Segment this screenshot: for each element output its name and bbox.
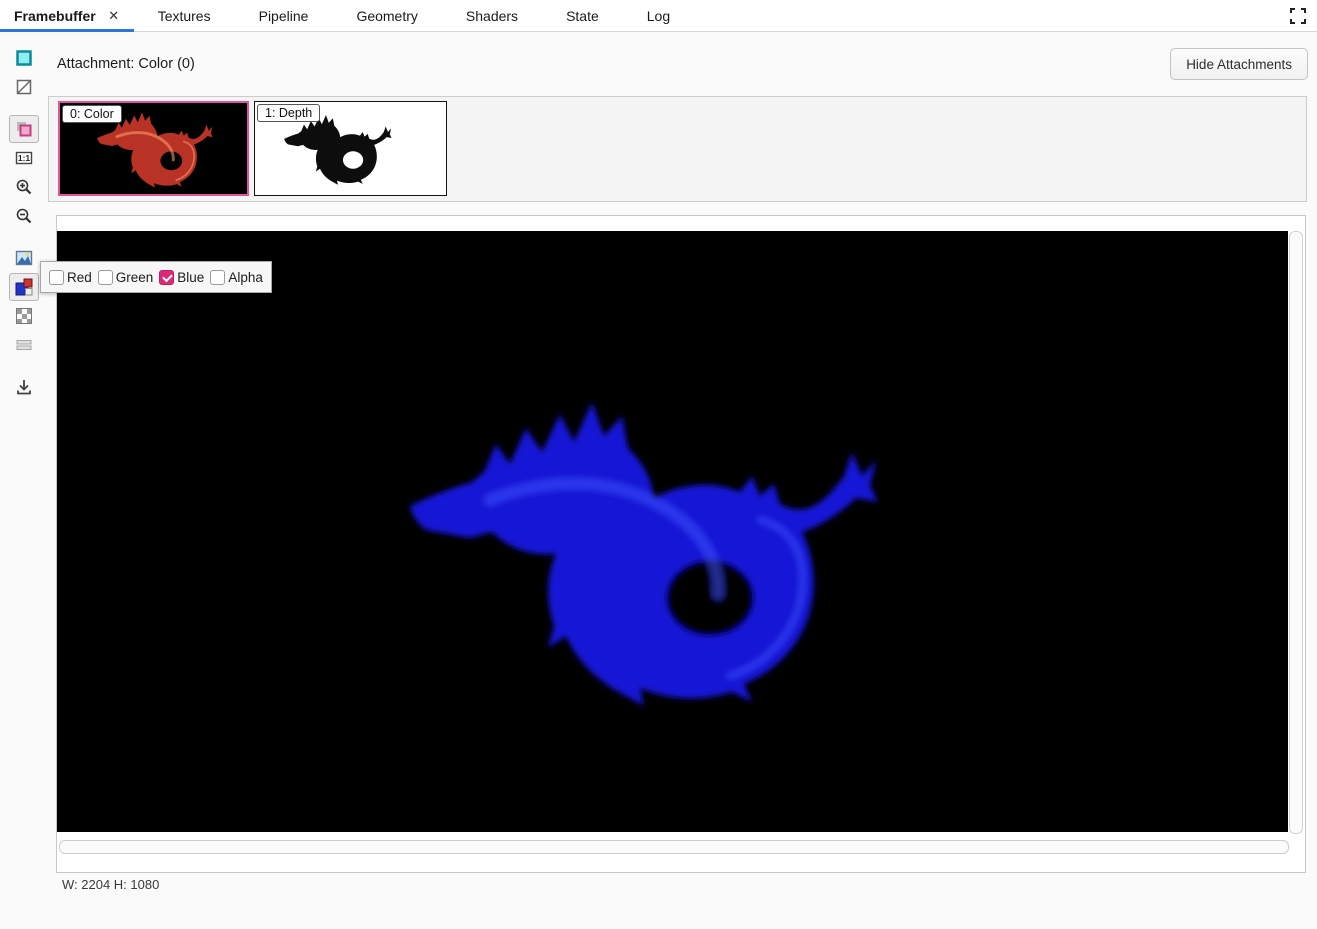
alpha-checkbox[interactable]	[210, 270, 225, 285]
fullscreen-icon[interactable]	[1289, 7, 1307, 25]
red-checkbox[interactable]	[49, 270, 64, 285]
dragon-render-blue	[400, 380, 880, 720]
channel-green[interactable]: Green	[98, 270, 154, 285]
close-tab-icon[interactable]: ✕	[106, 8, 122, 24]
save-image-icon[interactable]	[9, 373, 39, 401]
zoom-actual-icon[interactable]: 1:1	[9, 144, 39, 172]
svg-text:1:1: 1:1	[18, 153, 31, 163]
tab-log[interactable]: Log	[623, 0, 694, 31]
color-channels-icon[interactable]	[9, 273, 39, 301]
dimensions-status: W: 2204 H: 1080	[62, 877, 159, 892]
channel-red[interactable]: Red	[49, 270, 92, 285]
attachment-thumbnail-depth[interactable]: 1: Depth	[254, 101, 447, 196]
tab-state-label: State	[566, 8, 599, 24]
red-label: Red	[67, 270, 92, 285]
alpha-label: Alpha	[228, 270, 263, 285]
vertical-scrollbar[interactable]	[1289, 231, 1303, 834]
background-none-icon[interactable]	[9, 73, 39, 101]
tab-pipeline[interactable]: Pipeline	[235, 0, 333, 31]
tab-textures-label: Textures	[158, 8, 211, 24]
attachment-thumbnail-color[interactable]: 0: Color	[58, 101, 249, 196]
framebuffer-viewport	[56, 215, 1306, 873]
attachment-label: Attachment: Color (0)	[57, 56, 195, 72]
tab-framebuffer[interactable]: Framebuffer ✕	[0, 0, 134, 31]
attachment-chip-depth: 1: Depth	[257, 104, 320, 122]
highlight-region-icon[interactable]	[9, 115, 39, 143]
fit-image-icon[interactable]	[9, 244, 39, 272]
horizontal-scrollbar[interactable]	[59, 840, 1289, 854]
channel-blue[interactable]: Blue	[159, 270, 204, 285]
channel-alpha[interactable]: Alpha	[210, 270, 263, 285]
hide-attachments-button[interactable]: Hide Attachments	[1170, 48, 1308, 80]
tab-geometry-label: Geometry	[356, 8, 417, 24]
attachment-chip-color: 0: Color	[62, 105, 122, 123]
zoom-in-icon[interactable]	[9, 173, 39, 201]
tab-log-label: Log	[647, 8, 670, 24]
framebuffer-image[interactable]	[57, 231, 1288, 832]
blue-label: Blue	[177, 270, 204, 285]
tab-shaders-label: Shaders	[466, 8, 518, 24]
attachments-panel: 0: Color 1: Depth	[48, 96, 1307, 202]
tab-pipeline-label: Pipeline	[259, 8, 309, 24]
alpha-checkerboard-icon[interactable]	[9, 302, 39, 330]
flatten-icon[interactable]	[9, 331, 39, 359]
tab-textures[interactable]: Textures	[134, 0, 235, 31]
blue-checkbox[interactable]	[159, 270, 174, 285]
tab-geometry[interactable]: Geometry	[332, 0, 441, 31]
viewer-toolbar: 1:1	[8, 44, 40, 402]
tab-shaders[interactable]: Shaders	[442, 0, 542, 31]
green-checkbox[interactable]	[98, 270, 113, 285]
background-color-icon[interactable]	[9, 44, 39, 72]
zoom-out-icon[interactable]	[9, 202, 39, 230]
channel-popup: Red Green Blue Alpha	[40, 261, 272, 293]
tab-framebuffer-label: Framebuffer	[14, 8, 96, 24]
green-label: Green	[116, 270, 154, 285]
tab-bar: Framebuffer ✕ Textures Pipeline Geometry…	[0, 0, 1317, 32]
tab-state[interactable]: State	[542, 0, 623, 31]
